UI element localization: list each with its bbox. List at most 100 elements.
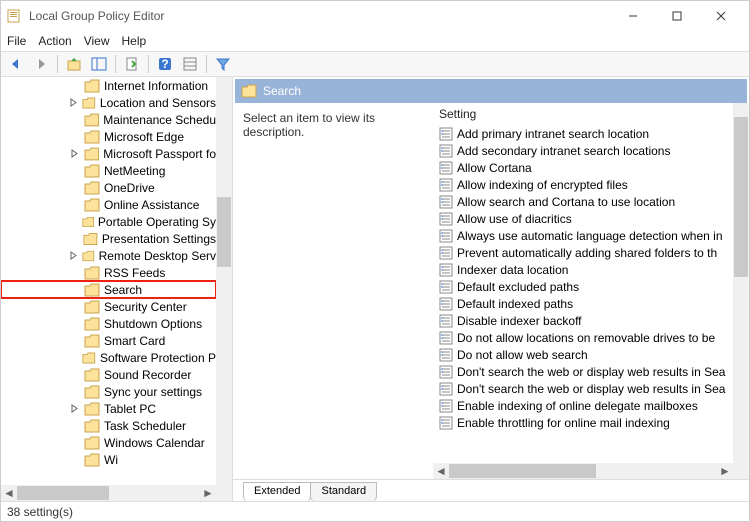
setting-item[interactable]: Indexer data location bbox=[433, 261, 733, 278]
minimize-button[interactable] bbox=[611, 2, 655, 30]
folder-icon bbox=[84, 317, 100, 331]
setting-item[interactable]: Don't search the web or display web resu… bbox=[433, 363, 733, 380]
tree-item[interactable]: Shutdown Options bbox=[1, 315, 216, 332]
tree-item[interactable]: Sync your settings bbox=[1, 383, 216, 400]
settings-vertical-scrollbar[interactable] bbox=[733, 103, 749, 463]
setting-item[interactable]: Allow indexing of encrypted files bbox=[433, 176, 733, 193]
status-text: 38 setting(s) bbox=[7, 505, 73, 519]
setting-item[interactable]: Do not allow web search bbox=[433, 346, 733, 363]
tree-item-label: Online Assistance bbox=[104, 198, 199, 212]
setting-label: Always use automatic language detection … bbox=[457, 229, 723, 243]
up-button[interactable] bbox=[63, 53, 85, 75]
folder-icon bbox=[84, 266, 100, 280]
tree-item[interactable]: Sound Recorder bbox=[1, 366, 216, 383]
expand-icon[interactable] bbox=[69, 98, 78, 107]
tree-item[interactable]: Smart Card bbox=[1, 332, 216, 349]
tree-item[interactable]: Wi bbox=[1, 451, 216, 468]
policy-icon bbox=[439, 399, 453, 413]
tree-item-label: Windows Calendar bbox=[104, 436, 205, 450]
tree-item[interactable]: RSS Feeds bbox=[1, 264, 216, 281]
tree-item-label: Sound Recorder bbox=[104, 368, 191, 382]
policy-icon bbox=[439, 280, 453, 294]
forward-button[interactable] bbox=[30, 53, 52, 75]
setting-item[interactable]: Prevent automatically adding shared fold… bbox=[433, 244, 733, 261]
setting-item[interactable]: Allow Cortana bbox=[433, 159, 733, 176]
tab-extended[interactable]: Extended bbox=[243, 482, 311, 501]
help-button[interactable]: ? bbox=[154, 53, 176, 75]
settings-list[interactable]: Setting Add primary intranet search loca… bbox=[433, 103, 749, 479]
folder-icon bbox=[84, 419, 100, 433]
tree-item[interactable]: Security Center bbox=[1, 298, 216, 315]
setting-item[interactable]: Enable indexing of online delegate mailb… bbox=[433, 397, 733, 414]
tree-item-label: NetMeeting bbox=[104, 164, 165, 178]
setting-item[interactable]: Default indexed paths bbox=[433, 295, 733, 312]
tree-item[interactable]: Remote Desktop Serv bbox=[1, 247, 216, 264]
tree-item[interactable]: Tablet PC bbox=[1, 400, 216, 417]
tree-item[interactable]: Windows Calendar bbox=[1, 434, 216, 451]
tree[interactable]: Internet Information Location and Sensors… bbox=[1, 77, 232, 501]
setting-item[interactable]: Allow search and Cortana to use location bbox=[433, 193, 733, 210]
menu-help[interactable]: Help bbox=[122, 34, 147, 48]
folder-icon bbox=[82, 96, 96, 110]
setting-item[interactable]: Always use automatic language detection … bbox=[433, 227, 733, 244]
folder-icon bbox=[84, 334, 100, 348]
menubar: File Action View Help bbox=[1, 31, 749, 51]
filter-button[interactable] bbox=[212, 53, 234, 75]
close-button[interactable] bbox=[699, 2, 743, 30]
toolbar: ? bbox=[1, 51, 749, 77]
setting-label: Enable throttling for online mail indexi… bbox=[457, 416, 670, 430]
setting-label: Prevent automatically adding shared fold… bbox=[457, 246, 717, 260]
setting-item[interactable]: Allow use of diacritics bbox=[433, 210, 733, 227]
tree-item[interactable]: Online Assistance bbox=[1, 196, 216, 213]
policy-icon bbox=[439, 144, 453, 158]
tree-item[interactable]: Location and Sensors bbox=[1, 94, 216, 111]
maximize-button[interactable] bbox=[655, 2, 699, 30]
column-header-setting[interactable]: Setting bbox=[433, 103, 733, 125]
folder-icon bbox=[84, 130, 100, 144]
expand-icon[interactable] bbox=[69, 149, 80, 158]
setting-item[interactable]: Do not allow locations on removable driv… bbox=[433, 329, 733, 346]
setting-item[interactable]: Default excluded paths bbox=[433, 278, 733, 295]
tree-item[interactable]: Internet Information bbox=[1, 77, 216, 94]
setting-label: Disable indexer backoff bbox=[457, 314, 582, 328]
expand-icon[interactable] bbox=[69, 404, 80, 413]
setting-item[interactable]: Disable indexer backoff bbox=[433, 312, 733, 329]
setting-item[interactable]: Enable throttling for online mail indexi… bbox=[433, 414, 733, 431]
folder-icon bbox=[82, 351, 96, 365]
expand-icon[interactable] bbox=[69, 251, 78, 260]
tree-item[interactable]: Task Scheduler bbox=[1, 417, 216, 434]
tree-item[interactable]: Maintenance Schedu bbox=[1, 111, 216, 128]
properties-button[interactable] bbox=[179, 53, 201, 75]
policy-icon bbox=[439, 127, 453, 141]
tree-item-label: Location and Sensors bbox=[100, 96, 216, 110]
tree-vertical-scrollbar[interactable] bbox=[216, 77, 232, 485]
show-hide-tree-button[interactable] bbox=[88, 53, 110, 75]
policy-icon bbox=[439, 382, 453, 396]
setting-item[interactable]: Add primary intranet search location bbox=[433, 125, 733, 142]
tree-item-label: Shutdown Options bbox=[104, 317, 202, 331]
tree-horizontal-scrollbar[interactable]: ◄► bbox=[1, 485, 216, 501]
settings-horizontal-scrollbar[interactable]: ◄► bbox=[433, 463, 733, 479]
export-button[interactable] bbox=[121, 53, 143, 75]
folder-icon bbox=[84, 198, 100, 212]
tree-item[interactable]: Presentation Settings bbox=[1, 230, 216, 247]
view-tabs: Extended Standard bbox=[233, 479, 749, 501]
tree-item[interactable]: Portable Operating Sy bbox=[1, 213, 216, 230]
tree-item[interactable]: Software Protection P bbox=[1, 349, 216, 366]
menu-action[interactable]: Action bbox=[38, 34, 71, 48]
tree-item[interactable]: OneDrive bbox=[1, 179, 216, 196]
setting-item[interactable]: Add secondary intranet search locations bbox=[433, 142, 733, 159]
tree-item[interactable]: Microsoft Passport fo bbox=[1, 145, 216, 162]
menu-file[interactable]: File bbox=[7, 34, 26, 48]
tree-item[interactable]: Search bbox=[1, 281, 216, 298]
back-button[interactable] bbox=[5, 53, 27, 75]
tab-standard[interactable]: Standard bbox=[310, 482, 377, 501]
tree-item-label: Task Scheduler bbox=[104, 419, 186, 433]
tree-item-label: Software Protection P bbox=[100, 351, 216, 365]
menu-view[interactable]: View bbox=[84, 34, 110, 48]
setting-item[interactable]: Don't search the web or display web resu… bbox=[433, 380, 733, 397]
tree-item[interactable]: NetMeeting bbox=[1, 162, 216, 179]
tree-item-label: Wi bbox=[104, 453, 118, 467]
tree-item[interactable]: Microsoft Edge bbox=[1, 128, 216, 145]
window-title: Local Group Policy Editor bbox=[29, 9, 611, 23]
